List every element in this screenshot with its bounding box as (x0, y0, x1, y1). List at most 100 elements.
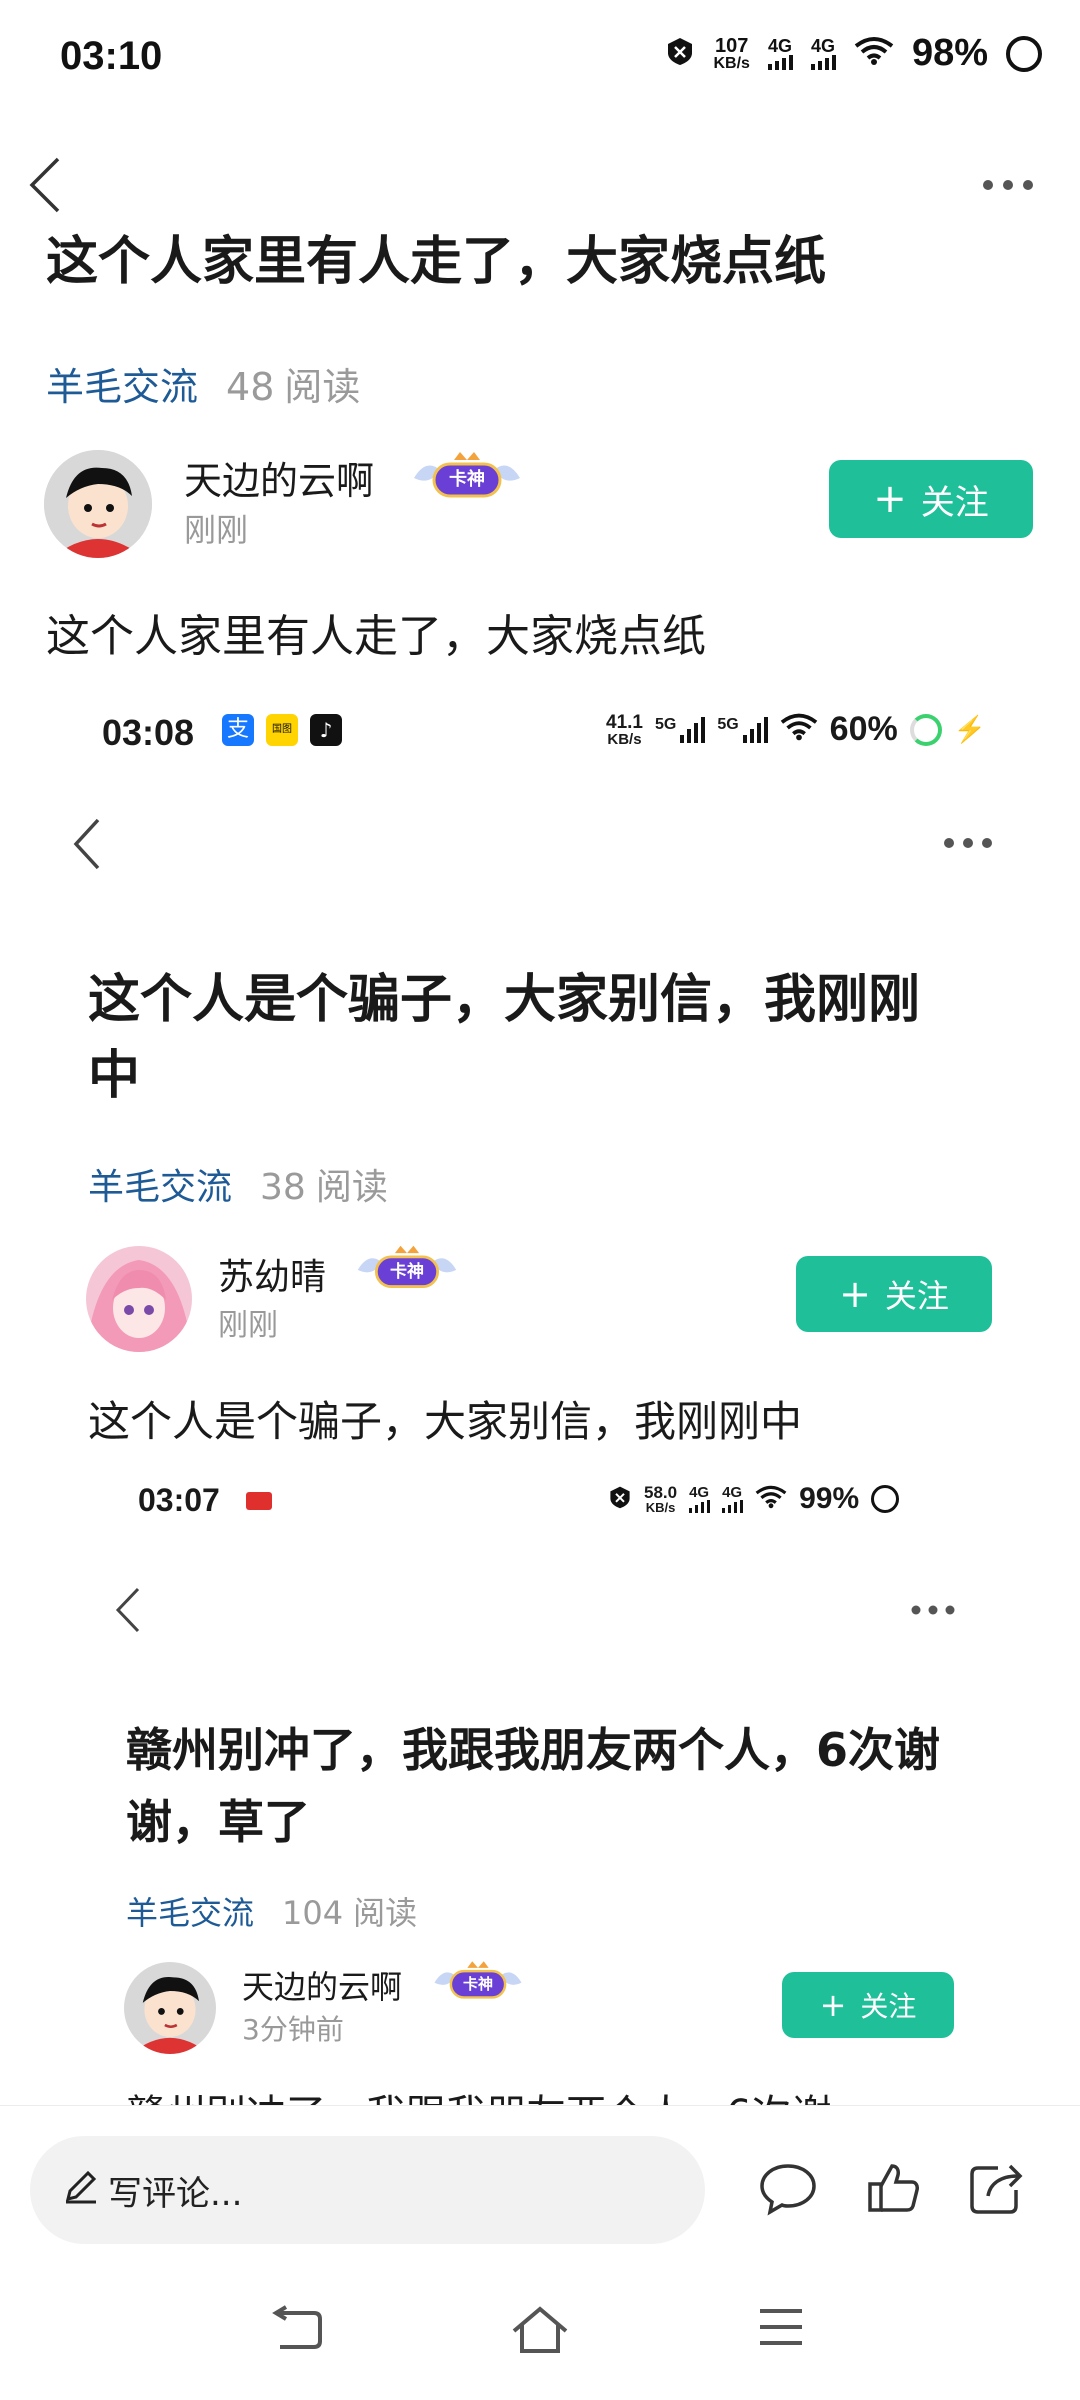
battery-icon (909, 713, 942, 746)
read-count-value: 38 (260, 1167, 306, 1208)
bottom-action-bar: 写评论... (0, 2105, 1080, 2246)
home-nav-icon (512, 2306, 568, 2353)
sim1-label: 4G (767, 36, 792, 56)
follow-button[interactable]: + 关注 (796, 1256, 992, 1332)
chevron-left-icon (73, 818, 100, 870)
author-name[interactable]: 天边的云啊 (242, 1962, 402, 2008)
signal-bars-icon (680, 716, 706, 743)
wifi-icon (854, 36, 894, 71)
author-badge: 卡神 (430, 1958, 526, 2008)
post-body: 这个人家里有人走了，大家烧点纸 (46, 611, 706, 662)
signal-bars-icon (810, 55, 836, 70)
more-options-button[interactable] (980, 177, 1036, 193)
more-options-button[interactable] (910, 1604, 956, 1616)
charging-icon: ⚡ (953, 714, 987, 744)
post-time: 3分钟前 (242, 2013, 344, 2046)
more-dots-icon (944, 838, 992, 848)
system-back-button[interactable] (270, 2305, 324, 2355)
cartoon-boy-avatar-icon (124, 1962, 216, 2054)
sim2-signal: 5G (717, 715, 768, 743)
network-speed: 107 KB/s (713, 36, 749, 72)
chevron-left-icon (115, 1587, 140, 1633)
avatar[interactable] (86, 1246, 192, 1352)
sim2-label: 5G (717, 715, 739, 733)
cartoon-boy-avatar-icon (44, 450, 152, 558)
author-name[interactable]: 苏幼晴 (218, 1248, 326, 1300)
share-button[interactable] (968, 2160, 1024, 2220)
network-speed-value: 107 (715, 34, 749, 57)
embedded-screenshot-2: 03:07 58.0 KB/s 4G 4G 99% 赣州别冲了，我跟我朋友两个人… (0, 1470, 1080, 2110)
status-time: 03:10 (60, 34, 163, 78)
network-speed-unit: KB/s (645, 1500, 676, 1515)
post-title: 赣州别冲了，我跟我朋友两个人，6次谢谢，草了 (126, 1723, 941, 1849)
read-count: 104 阅读 (282, 1888, 417, 1934)
sim1-label: 5G (654, 715, 677, 733)
post-body: 这个人是个骗子，大家别信，我刚刚中 (88, 1397, 803, 1446)
like-button[interactable] (866, 2160, 922, 2220)
post-time: 刚刚 (184, 511, 249, 549)
badge-label: 卡神 (462, 1975, 493, 1993)
system-menu-button[interactable] (756, 2305, 806, 2353)
follow-label: 关注 (860, 1990, 917, 2023)
battery-percent: 60% (829, 710, 898, 748)
read-count-label: 阅读 (315, 1167, 388, 1208)
network-speed: 58.0 KB/s (644, 1484, 677, 1514)
plus-icon: + (839, 1272, 871, 1316)
menu-nav-icon (760, 2309, 802, 2345)
comment-button[interactable] (758, 2160, 818, 2220)
post-time: 刚刚 (218, 1308, 278, 1343)
battery-icon (871, 1485, 900, 1513)
more-options-button[interactable] (942, 836, 994, 850)
read-count-value: 48 (226, 365, 275, 409)
category-link[interactable]: 羊毛交流 (88, 1158, 232, 1210)
battery-percent: 98% (911, 32, 988, 74)
avatar[interactable] (44, 450, 152, 558)
battery-icon (1006, 35, 1042, 72)
sim2-signal: 4G (810, 36, 836, 70)
comment-input[interactable]: 写评论... (30, 2136, 705, 2244)
sim1-signal: 4G (689, 1485, 711, 1513)
category-link[interactable]: 羊毛交流 (126, 1888, 254, 1934)
signal-bars-icon (767, 55, 793, 70)
network-speed-value: 58.0 (644, 1483, 678, 1502)
post-meta: 羊毛交流 48 阅读 (46, 356, 360, 411)
author-name[interactable]: 天边的云啊 (184, 450, 374, 505)
post-title: 这个人是个骗子，大家别信，我刚刚中 (88, 970, 921, 1106)
sim2-label: 4G (722, 1484, 743, 1501)
sim1-signal: 5G (654, 715, 706, 743)
post-title: 这个人家里有人走了，大家烧点纸 (46, 232, 827, 288)
post-meta: 羊毛交流 38 阅读 (88, 1158, 388, 1210)
plus-icon: + (819, 1986, 847, 2024)
like-icon (868, 2164, 919, 2212)
system-home-button[interactable] (510, 2305, 570, 2359)
shield-icon (665, 36, 695, 71)
back-button[interactable] (26, 155, 62, 215)
sim2-label: 4G (810, 36, 835, 56)
back-nav-icon (272, 2305, 322, 2349)
notification-icon (246, 1492, 272, 1510)
sim1-signal: 4G (767, 36, 793, 70)
read-count: 48 阅读 (226, 356, 360, 411)
signal-bars-icon (689, 1500, 711, 1513)
more-dots-icon (983, 180, 1033, 190)
back-button[interactable] (70, 816, 102, 872)
badge-label: 卡神 (449, 469, 485, 490)
status-time: 03:07 (138, 1482, 220, 1518)
category-link[interactable]: 羊毛交流 (46, 356, 198, 411)
signal-bars-icon (742, 716, 768, 743)
alipay-app-icon: 支 (222, 714, 254, 746)
author-badge: 卡神 (410, 448, 524, 508)
back-button[interactable] (112, 1585, 142, 1635)
plus-icon: + (873, 476, 907, 522)
status-time: 03:08 (102, 712, 195, 753)
author-badge: 卡神 (352, 1242, 462, 1298)
follow-button[interactable]: + 关注 (782, 1972, 954, 2038)
avatar[interactable] (124, 1962, 216, 2054)
anime-girl-avatar-icon (86, 1246, 192, 1352)
tiktok-icon: ♪ (310, 714, 342, 746)
read-count-value: 104 (282, 1894, 344, 1932)
post-meta: 羊毛交流 104 阅读 (126, 1888, 417, 1934)
embedded-screenshot-1: 03:08 支 国图 ♪ 41.1 KB/s 5G 5G 60% ⚡ 这个人是个… (0, 690, 1080, 1480)
follow-button[interactable]: + 关注 (829, 460, 1033, 538)
more-dots-icon (911, 1605, 955, 1615)
